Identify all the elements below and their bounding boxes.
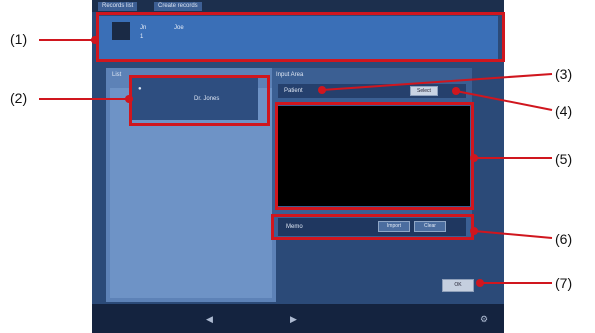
leader-line-6 [473,230,553,239]
leader-dot-7 [476,279,484,287]
leader-line-4 [455,90,553,111]
leader-dot-3 [318,86,326,94]
leader-dot-5 [470,154,478,162]
leader-line-3 [321,73,553,91]
leader-dot-6 [470,227,478,235]
leader-dot-4 [452,87,460,95]
leader-lines-diagonal [321,73,553,284]
